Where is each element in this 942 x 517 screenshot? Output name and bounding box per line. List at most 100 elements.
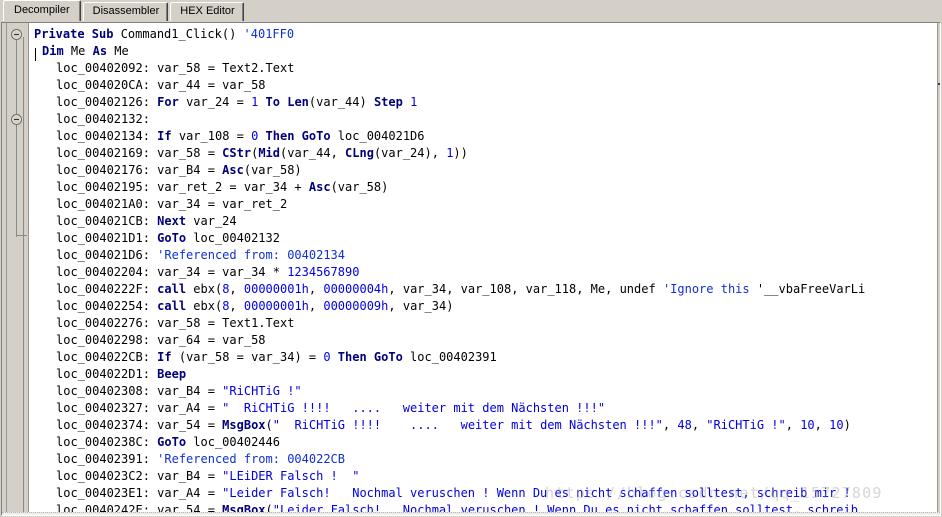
code-token: loc_004023C2: var_B4 = [56,469,223,483]
code-token: 00000001h [243,282,309,296]
code-token: Then GoTo [265,129,338,143]
code-token: var_108 = [178,129,252,143]
fold-toggle-loop[interactable] [11,114,22,125]
code-frame: Private Sub Command1_Click() '401FF0 Dim … [1,22,941,516]
code-token: 'Referenced from: 00402134 [157,248,345,262]
code-line: loc_00402298: var_64 = var_58 [31,332,940,349]
horizontal-scrollbar[interactable] [2,512,940,515]
code-token: " RiCHTiG !!!! .... weiter mit dem Nächs… [272,418,663,432]
code-token: Then GoTo [337,350,411,364]
code-token: loc_004021D6 [337,129,425,143]
code-token: , [662,418,678,432]
code-token: , [308,299,324,313]
code-token: For [157,95,187,109]
vertical-scroll-thumb[interactable] [938,83,940,85]
code-token: If [157,350,179,364]
fold-line-outer [16,37,17,237]
code-token: CStr [222,146,252,160]
code-token: , [785,418,801,432]
code-token: 0 [323,350,338,364]
code-line: loc_00402169: var_58 = CStr(Mid(var_44, … [31,145,940,162]
code-token: (var_44) [308,95,374,109]
code-token: loc_00402308: var_B4 = [56,384,223,398]
code-token: loc_00402391: [56,452,158,466]
code-line: loc_004020CA: var_44 = var_58 [31,77,940,94]
code-line: loc_0040238C: GoTo loc_00402446 [31,434,940,451]
code-line: Dim Me As Me [31,43,940,60]
code-line: loc_004022CB: If (var_58 = var_34) = 0 T… [31,349,940,366]
code-token: 1 [251,95,266,109]
code-token: loc_00402134: [56,129,158,143]
code-token: loc_00402195: var_ret_2 = var_34 + [56,180,309,194]
code-token: loc_004021CB: [56,214,158,228]
code-token: "RiCHTiG !" [706,418,786,432]
code-line: loc_00402195: var_ret_2 = var_34 + Asc(v… [31,179,940,196]
code-token: , [229,299,244,313]
code-line: loc_004021CB: Next var_24 [31,213,940,230]
fold-toggle-procedure[interactable] [11,29,22,40]
code-token: 10 [829,418,844,432]
code-token: 00000001h [243,299,309,313]
code-token: loc_00402276: var_58 = Text1.Text [56,316,295,330]
tab-disassembler[interactable]: Disassembler [82,2,169,21]
tab-bar: Decompiler Disassembler HEX Editor [0,0,942,21]
code-token: , [229,282,244,296]
code-token: If [157,129,179,143]
code-token: loc_00402092: var_58 = Text2.Text [56,61,295,75]
fold-end-tick [17,235,27,236]
code-token: loc_00402298: var_64 = var_58 [56,333,266,347]
code-token: 'Ignore this [662,282,757,296]
code-token: var_24 [193,214,237,228]
code-token: 00000009h [323,299,389,313]
decompiler-window: Decompiler Disassembler HEX Editor Priva… [0,0,942,517]
code-token: Mid [258,146,280,160]
code-token: call [157,299,194,313]
code-token: Next [157,214,194,228]
tab-hex-editor[interactable]: HEX Editor [170,2,244,21]
code-token: Len [287,95,309,109]
code-line: loc_00402204: var_34 = var_34 * 12345678… [31,264,940,281]
code-line: Private Sub Command1_Click() '401FF0 [31,26,940,43]
code-token: loc_00402126: [56,95,158,109]
code-token: loc_00402176: var_B4 = [56,163,223,177]
code-line: loc_004022D1: Beep [31,366,940,383]
code-line: loc_004023E1: var_A4 = "Leider Falsch! N… [31,485,940,502]
code-line: loc_00402176: var_B4 = Asc(var_58) [31,162,940,179]
code-token: loc_004022D1: [56,367,158,381]
code-token: ) [843,418,851,432]
code-token: 00000004h [323,282,389,296]
code-listing[interactable]: Private Sub Command1_Click() '401FF0 Dim … [31,23,940,515]
code-token: loc_0040238C: [56,435,158,449]
code-line: loc_00402327: var_A4 = " RiCHTiG !!!! ..… [31,400,940,417]
code-token: loc_004020CA: var_44 = var_58 [56,78,266,92]
code-line: loc_004021D1: GoTo loc_00402132 [31,230,940,247]
code-token: (var_58 = var_34) = [178,350,324,364]
code-line: loc_004023C2: var_B4 = "LEiDER Falsch ! … [31,468,940,485]
code-token: Me [114,44,129,58]
code-token: 10 [800,418,815,432]
code-token: loc_0040222F: [56,282,158,296]
code-token: )) [453,146,468,160]
code-token: '__vbaFreeVarLi [756,282,866,296]
code-token: loc_004021A0: var_34 = var_ret_2 [56,197,288,211]
code-token: Dim [42,44,71,58]
client-area: Private Sub Command1_Click() '401FF0 Dim … [0,21,942,517]
code-line: loc_004021A0: var_34 = var_ret_2 [31,196,940,213]
code-token: Me [70,44,93,58]
code-token: call [157,282,194,296]
code-token: '401FF0 [243,27,295,41]
fold-gutter [2,23,30,515]
code-token: loc_00402132 [193,231,280,245]
code-token: (var_58) [330,180,389,194]
tab-decompiler[interactable]: Decompiler [3,0,81,21]
vertical-scrollbar[interactable] [937,23,940,515]
code-token: loc_00402327: var_A4 = [56,401,223,415]
code-token: " RiCHTiG !!!! .... weiter mit dem Nächs… [222,401,606,415]
code-token: loc_004022CB: [56,350,158,364]
code-token: loc_00402132: [56,112,150,126]
code-line: loc_00402254: call ebx(8, 00000001h, 000… [31,298,940,315]
code-token: ( [265,418,273,432]
gutter-track [6,23,29,515]
code-token: , var_34, var_108, var_118, Me, undef [388,282,663,296]
code-line: loc_00402134: If var_108 = 0 Then GoTo l… [31,128,940,145]
